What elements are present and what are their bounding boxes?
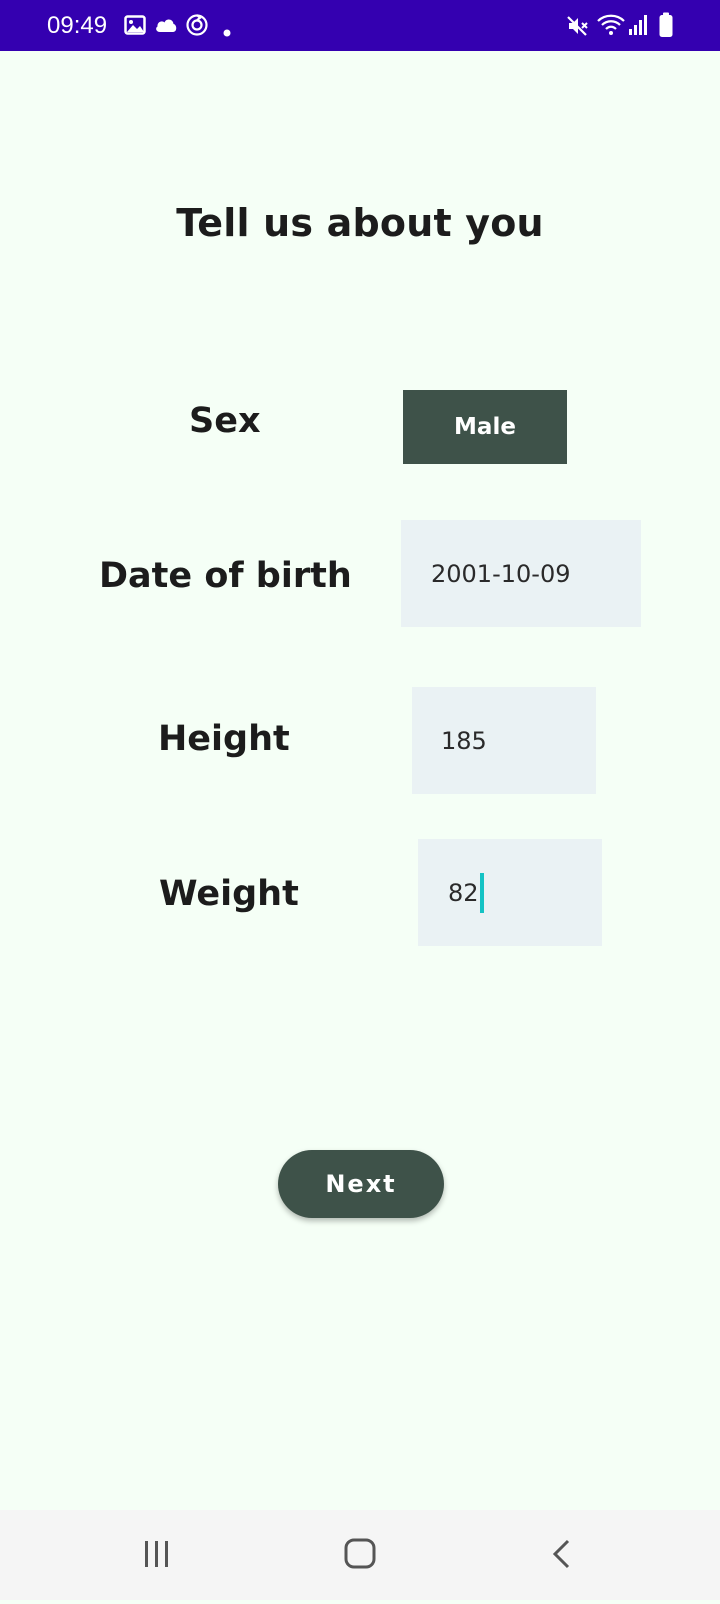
- home-icon: [344, 1538, 376, 1569]
- weight-field[interactable]: 82: [418, 839, 602, 946]
- signal-icon: [628, 13, 650, 41]
- recent-apps-icon: [145, 1541, 168, 1567]
- height-field[interactable]: 185: [412, 687, 596, 794]
- date-of-birth-value: 2001-10-09: [431, 559, 571, 588]
- date-of-birth-label: Date of birth: [99, 556, 352, 596]
- height-label: Height: [158, 719, 290, 759]
- navigation-bar: [0, 1510, 720, 1600]
- mute-icon: [566, 14, 590, 42]
- dot-icon: [223, 22, 231, 41]
- home-button[interactable]: [300, 1510, 420, 1600]
- sex-selector-button[interactable]: Male: [403, 390, 567, 464]
- recent-apps-button[interactable]: [98, 1510, 218, 1600]
- status-bar: 09:49: [0, 0, 720, 51]
- status-time: 09:49: [47, 12, 108, 39]
- weight-value: 82: [448, 878, 479, 907]
- text-cursor: [479, 872, 484, 913]
- back-icon: [552, 1539, 570, 1569]
- main-content: Tell us about you Sex Male Date of birth…: [0, 51, 720, 1510]
- height-value: 185: [441, 726, 487, 755]
- next-button[interactable]: Next: [278, 1150, 444, 1218]
- gallery-icon: [124, 14, 146, 40]
- page-title: Tell us about you: [176, 201, 544, 245]
- date-of-birth-field[interactable]: 2001-10-09: [401, 520, 641, 627]
- sex-label: Sex: [189, 401, 261, 441]
- back-button[interactable]: [502, 1510, 622, 1600]
- wifi-icon: [596, 13, 626, 41]
- battery-icon: [658, 12, 674, 42]
- sync-icon: [185, 13, 209, 41]
- cloud-icon: [154, 16, 178, 38]
- weight-label: Weight: [159, 874, 299, 914]
